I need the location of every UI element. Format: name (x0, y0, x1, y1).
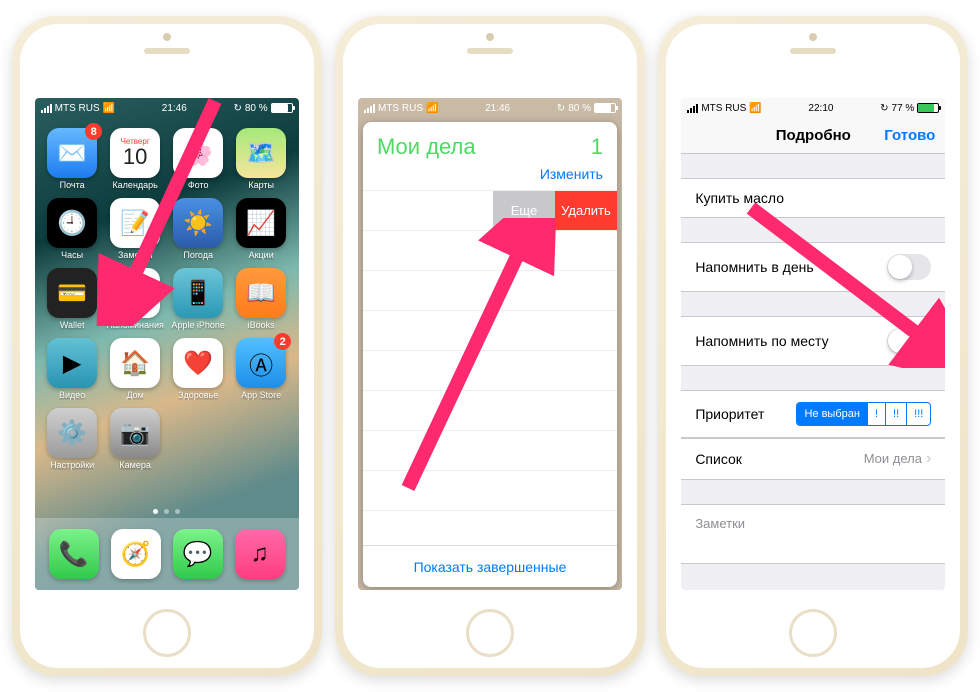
app-Wallet[interactable]: 💳Wallet (43, 268, 102, 330)
app-Календарь[interactable]: Четверг10Календарь (106, 128, 165, 190)
app-Видео[interactable]: ▶Видео (43, 338, 102, 400)
nav-bar: Подробно Готово (681, 118, 945, 154)
notes-field[interactable]: Заметки (681, 504, 945, 564)
dock-app[interactable]: 🧭 (111, 529, 161, 579)
nav-title: Подробно (776, 127, 851, 144)
toggle-day[interactable] (887, 254, 931, 280)
status-bar: MTS RUS📶 21:46 ↻ 80 % (358, 98, 622, 118)
remind-location-row[interactable]: Напомнить по месту (681, 316, 945, 366)
app-Заметки[interactable]: 📝Заметки (106, 198, 165, 260)
app-Часы[interactable]: 🕘Часы (43, 198, 102, 260)
app-Почта[interactable]: ✉️8Почта (43, 128, 102, 190)
clock: 21:46 (115, 103, 233, 114)
app-Фото[interactable]: 🌸Фото (169, 128, 228, 190)
done-button[interactable]: Готово (884, 127, 935, 144)
reminder-row[interactable]: Еще Удалить (363, 191, 617, 231)
app-iBooks[interactable]: 📖iBooks (232, 268, 291, 330)
delete-button[interactable]: Удалить (555, 191, 617, 230)
phone-detail: MTS RUS📶 22:10 ↻ 77 % Подробно Готово Ку… (658, 16, 968, 676)
app-App Store[interactable]: Ⓐ2App Store (232, 338, 291, 400)
app-Здоровье[interactable]: ❤️Здоровье (169, 338, 228, 400)
app-Камера[interactable]: 📷Камера (106, 408, 165, 470)
dock-app[interactable]: ♫ (235, 529, 285, 579)
app-Карты[interactable]: 🗺️Карты (232, 128, 291, 190)
toggle-location[interactable] (887, 328, 931, 354)
priority-segmented[interactable]: Не выбран ! !! !!! (796, 402, 931, 426)
app-Погода[interactable]: ☀️Погода (169, 198, 228, 260)
page-dots (35, 509, 299, 514)
remind-day-row[interactable]: Напомнить в день (681, 242, 945, 292)
more-button[interactable]: Еще (493, 191, 555, 230)
app-Акции[interactable]: 📈Акции (232, 198, 291, 260)
status-bar: MTS RUS📶 21:46 ↻ 80 % (35, 98, 299, 118)
app-Apple iPhone[interactable]: 📱Apple iPhone (169, 268, 228, 330)
list-row[interactable]: СписокМои дела› (681, 438, 945, 480)
priority-row: Приоритет Не выбран ! !! !!! (681, 390, 945, 438)
app-Дом[interactable]: 🏠Дом (106, 338, 165, 400)
dock: 📞🧭💬♫ (35, 518, 299, 590)
app-Напоминания[interactable]: Напоминания (106, 268, 165, 330)
battery-pct: 80 % (245, 103, 268, 114)
home-button[interactable] (143, 609, 191, 657)
home-button[interactable] (789, 609, 837, 657)
carrier-label: MTS RUS (55, 103, 100, 114)
list-title: Мои дела (377, 134, 476, 160)
phone-homescreen: MTS RUS📶 21:46 ↻ 80 % ✉️8ПочтаЧетверг10К… (12, 16, 322, 676)
dock-app[interactable]: 📞 (49, 529, 99, 579)
task-title-field[interactable]: Купить масло (681, 178, 945, 218)
list-count: 1 (591, 134, 603, 160)
show-completed-button[interactable]: Показать завершенные (363, 545, 617, 587)
status-bar: MTS RUS📶 22:10 ↻ 77 % (681, 98, 945, 118)
edit-button[interactable]: Изменить (363, 166, 617, 190)
home-button[interactable] (466, 609, 514, 657)
app-Настройки[interactable]: ⚙️Настройки (43, 408, 102, 470)
phone-reminders: MTS RUS📶 21:46 ↻ 80 % Мои дела 1 Изменит… (335, 16, 645, 676)
home-screen: MTS RUS📶 21:46 ↻ 80 % ✉️8ПочтаЧетверг10К… (35, 98, 299, 590)
dock-app[interactable]: 💬 (173, 529, 223, 579)
reminders-card: Мои дела 1 Изменить Еще Удалить Показать… (363, 122, 617, 587)
